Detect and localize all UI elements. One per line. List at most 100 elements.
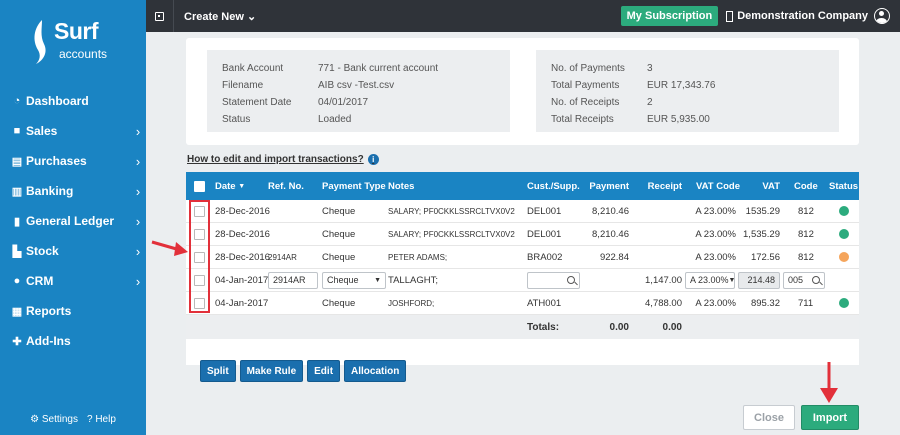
- header-payment-type: Payment Type: [322, 180, 386, 192]
- cell-payment-type: Cheque: [322, 297, 356, 309]
- cell-vat-code: A 23.00%: [695, 297, 736, 309]
- header-ref: Ref. No.: [268, 180, 304, 192]
- info-value: 771 - Bank current account: [318, 63, 439, 74]
- select-all-cell: [194, 172, 205, 200]
- close-button[interactable]: Close: [743, 405, 795, 430]
- table-row-editing[interactable]: 04-Jan-2017 2914AR Cheque ▼ TALLAGHT; 1,1…: [186, 269, 859, 292]
- header-cust-supp: Cust./Supp.: [527, 180, 580, 192]
- info-label: Total Receipts: [551, 114, 614, 125]
- code-lookup-input[interactable]: 005: [783, 271, 825, 289]
- sidebar-item-general-ledger[interactable]: ▮ General Ledger ›: [0, 206, 146, 236]
- sidebar-footer: ⚙ Settings ? Help: [0, 414, 146, 425]
- cell-status: [839, 223, 849, 245]
- globe-icon: ●: [13, 275, 21, 287]
- company-selector[interactable]: Demonstration Company: [726, 10, 868, 22]
- logo-brand: Surf: [54, 18, 99, 44]
- chevron-right-icon: ›: [135, 123, 141, 139]
- building-icon: [726, 10, 734, 22]
- sidebar-item-stock[interactable]: ▙ Stock ›: [0, 236, 146, 266]
- cell-code: 711: [798, 297, 814, 309]
- sidebar-item-label: Stock: [26, 244, 59, 258]
- ref-input[interactable]: 2914AR: [268, 271, 318, 289]
- info-row: No. of Payments 3: [551, 60, 824, 77]
- user-avatar-icon[interactable]: [874, 8, 890, 24]
- settings-link[interactable]: ⚙ Settings: [30, 414, 78, 425]
- cell-notes: SALARY; PF0CKKLSSRCLTVX0V2: [388, 206, 515, 216]
- cell-payment-type: Cheque: [322, 251, 356, 263]
- import-button[interactable]: Import: [801, 405, 859, 430]
- info-value: 04/01/2017: [318, 97, 369, 108]
- search-icon[interactable]: [812, 276, 820, 284]
- sidebar-toggle-button[interactable]: [146, 0, 174, 32]
- howto-link[interactable]: How to edit and import transactions? i: [187, 154, 379, 165]
- cell-vat: 172.56: [750, 251, 780, 263]
- table-row[interactable]: 28-Dec-2016 Cheque SALARY; PF0CKKLSSRCLT…: [186, 200, 859, 223]
- status-dot-green: [839, 298, 849, 308]
- split-button[interactable]: Split: [200, 360, 236, 382]
- code-value: 005: [788, 275, 804, 285]
- vat-amount-input[interactable]: 214.48: [738, 271, 780, 289]
- bar-chart-icon: ▙: [12, 245, 22, 258]
- cell-notes: JOSHFORD;: [388, 298, 435, 308]
- sidebar-item-banking[interactable]: ▥ Banking ›: [0, 176, 146, 206]
- sidebar-nav: ◔ Dashboard ■ Sales › ▤ Purchases › ▥ Ba…: [0, 86, 146, 356]
- status-dot-orange: [839, 252, 849, 262]
- info-row: Filename AIB csv -Test.csv: [222, 77, 495, 94]
- statement-summary-card: Bank Account 771 - Bank current account F…: [186, 38, 859, 145]
- table-row[interactable]: 28-Dec-2016 2914AR Cheque PETER ADAMS; B…: [186, 246, 859, 269]
- header-date-label: Date: [215, 180, 236, 192]
- select-all-checkbox[interactable]: [194, 180, 205, 192]
- sidebar-item-dashboard[interactable]: ◔ Dashboard: [0, 86, 146, 116]
- chevron-down-icon: ⌄: [246, 10, 257, 23]
- cell-receipt: 4,788.00: [645, 297, 682, 309]
- sidebar-item-sales[interactable]: ■ Sales ›: [0, 116, 146, 146]
- info-row: Statement Date 04/01/2017: [222, 94, 495, 111]
- edit-button[interactable]: Edit: [307, 360, 341, 382]
- sidebar-item-reports[interactable]: ▦ Reports: [0, 296, 146, 326]
- cell-vat-code: A 23.00%: [695, 205, 736, 217]
- info-row: Total Payments EUR 17,343.76: [551, 77, 824, 94]
- cell-vat: 895.32: [750, 297, 780, 309]
- grid-icon: ▦: [11, 305, 23, 318]
- table-header: Date ▼ Ref. No. Payment Type Notes Cust.…: [186, 172, 859, 200]
- cell-payment: [581, 292, 629, 314]
- info-icon[interactable]: i: [367, 154, 379, 165]
- payment-type-select[interactable]: Cheque ▼: [322, 271, 386, 289]
- totals-payment: 0.00: [609, 321, 629, 333]
- cust-supp-lookup-input[interactable]: [527, 271, 580, 289]
- header-date[interactable]: Date ▼: [215, 172, 245, 200]
- my-subscription-button[interactable]: My Subscription: [620, 6, 719, 26]
- sort-desc-icon: ▼: [238, 182, 246, 190]
- make-rule-button[interactable]: Make Rule: [239, 360, 304, 382]
- search-icon[interactable]: [567, 276, 575, 284]
- annotation-highlight-box: [189, 200, 210, 313]
- cell-cust-supp: ATH001: [527, 297, 562, 309]
- help-label: Help: [95, 414, 116, 425]
- surf-accounts-logo[interactable]: Surf accounts: [30, 14, 140, 70]
- sidebar-item-add-ins[interactable]: ✚ Add-Ins: [0, 326, 146, 356]
- sidebar-item-crm[interactable]: ● CRM ›: [0, 266, 146, 296]
- create-new-dropdown[interactable]: Create New ⌄: [184, 10, 256, 23]
- cell-receipt: [638, 223, 682, 245]
- cell-notes: TALLAGHT;: [388, 274, 438, 286]
- info-value: EUR 17,343.76: [647, 80, 716, 91]
- cell-date: 28-Dec-2016: [215, 251, 270, 263]
- cell-receipt: 1,147.00: [645, 274, 682, 286]
- vat-code-select[interactable]: A 23.00% ▼: [685, 271, 736, 289]
- header-payment: Payment: [589, 180, 629, 192]
- bank-icon: ▥: [11, 185, 23, 198]
- sidebar-item-label: Banking: [26, 184, 74, 198]
- allocation-button[interactable]: Allocation: [344, 360, 407, 382]
- cell-cust-supp: BRA002: [527, 251, 563, 263]
- caret-down-icon: ▼: [728, 276, 736, 284]
- transactions-table: Date ▼ Ref. No. Payment Type Notes Cust.…: [186, 172, 859, 365]
- cell-date: 04-Jan-2017: [215, 297, 269, 309]
- cust-cell: [527, 269, 580, 291]
- annotation-arrow-down-icon: [820, 362, 838, 403]
- table-row[interactable]: 28-Dec-2016 Cheque SALARY; PF0CKKLSSRCLT…: [186, 223, 859, 246]
- help-link[interactable]: ? Help: [87, 414, 116, 425]
- cell-notes: PETER ADAMS;: [388, 252, 448, 262]
- sidebar-item-purchases[interactable]: ▤ Purchases ›: [0, 146, 146, 176]
- table-row[interactable]: 04-Jan-2017 Cheque JOSHFORD; ATH001 4,78…: [186, 292, 859, 315]
- cell-code: 812: [798, 205, 814, 217]
